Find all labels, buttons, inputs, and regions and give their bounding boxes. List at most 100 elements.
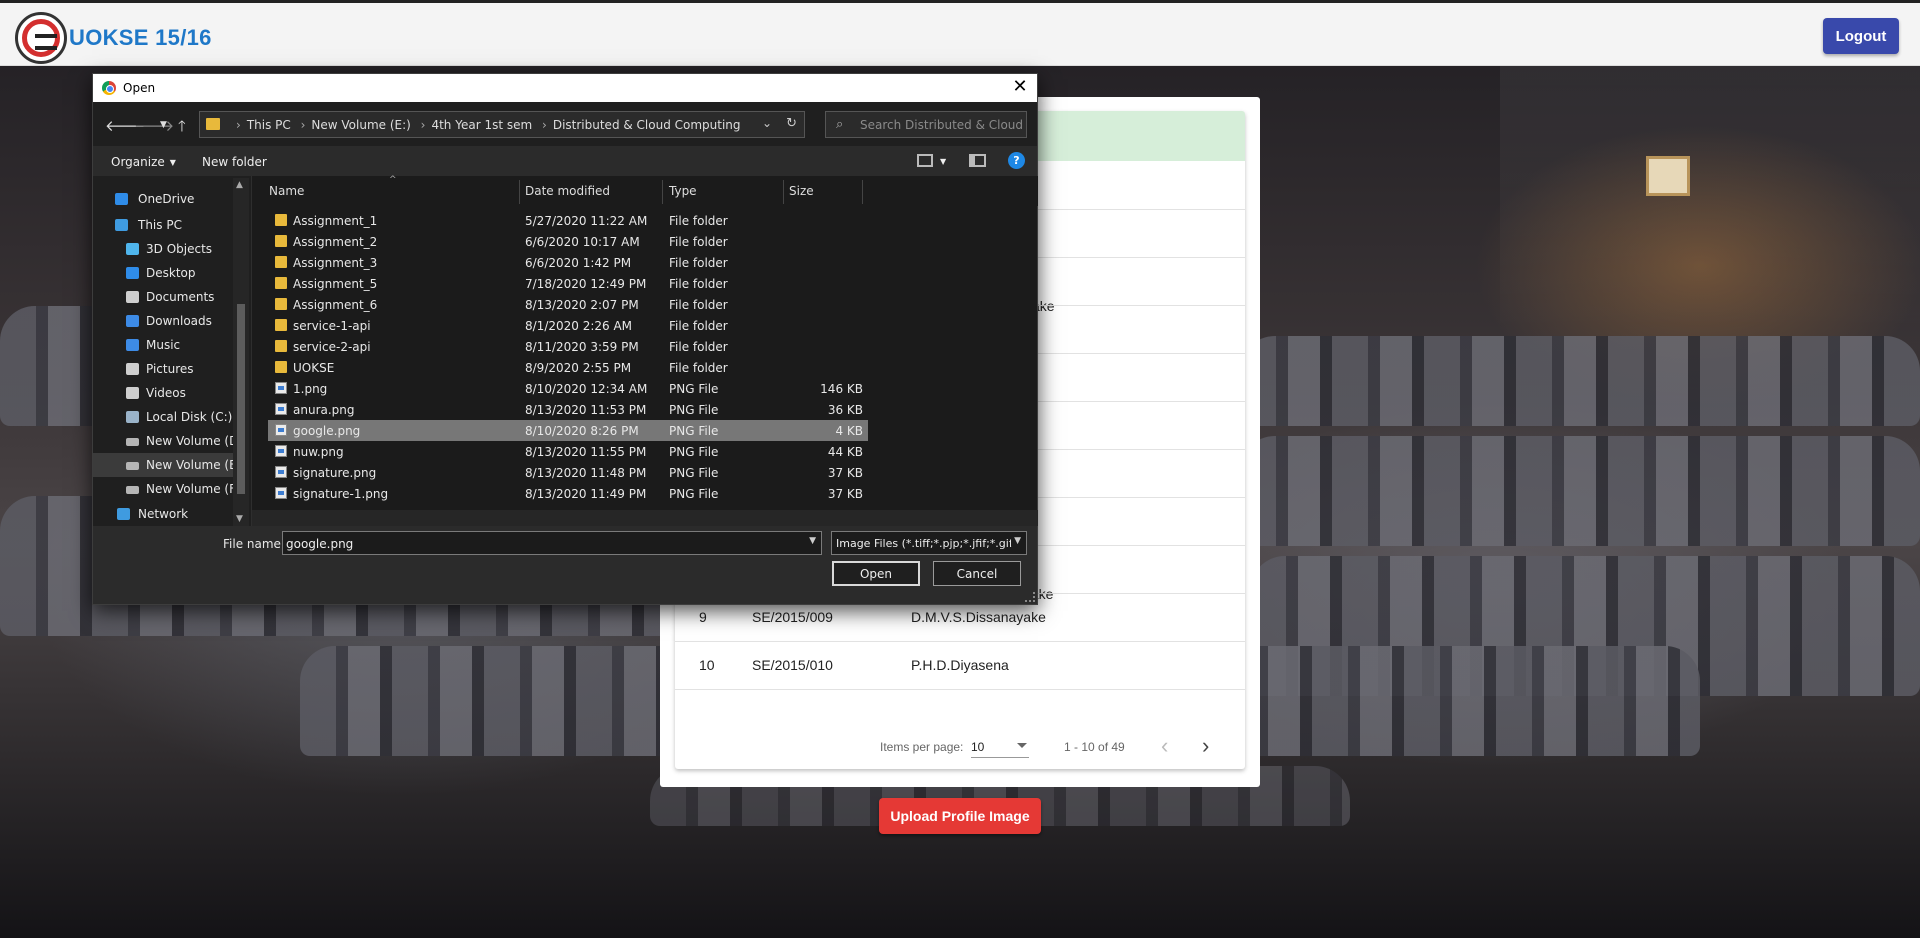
chevron-left-icon[interactable]: ‹: [1161, 733, 1168, 759]
sidebar-item-label: This PC: [138, 218, 182, 232]
breadcrumb-semester[interactable]: 4th Year 1st sem: [431, 118, 532, 132]
up-arrow-icon[interactable]: 🡑: [178, 116, 186, 141]
resize-grip-icon[interactable]: [1025, 592, 1035, 602]
cancel-button[interactable]: Cancel: [933, 561, 1021, 586]
app-title: UOKSE 15/16: [69, 25, 212, 50]
search-placeholder: Search Distributed & Cloud ...: [860, 118, 1022, 132]
file-row[interactable]: Assignment_1 5/27/2020 11:22 AM File folde…: [268, 210, 868, 231]
file-row[interactable]: Assignment_6 8/13/2020 2:07 PM File folder: [268, 294, 868, 315]
file-name-input[interactable]: google.png ▼: [282, 531, 822, 555]
sidebar-item-volume-f[interactable]: New Volume (F:): [93, 477, 249, 501]
page-range-label: 1 - 10 of 49: [1064, 740, 1125, 754]
file-row[interactable]: service-2-api 8/11/2020 3:59 PM File folde…: [268, 336, 868, 357]
file-row[interactable]: anura.png 8/13/2020 11:53 PM PNG File 36 KB: [268, 399, 868, 420]
horizontal-scrollbar[interactable]: [252, 510, 1038, 526]
column-header-size[interactable]: Size: [789, 184, 814, 198]
file-row[interactable]: Assignment_5 7/18/2020 12:49 PM File folde…: [268, 273, 868, 294]
column-header-date[interactable]: Date modified: [525, 184, 610, 198]
recent-locations-icon[interactable]: ▼: [160, 120, 167, 130]
sidebar-item-label: Pictures: [146, 362, 194, 376]
file-type: File folder: [669, 340, 728, 354]
pictures-icon: [126, 363, 139, 375]
chevron-down-icon[interactable]: ⌄: [762, 116, 772, 130]
upload-profile-image-button[interactable]: Upload Profile Image: [879, 798, 1041, 834]
file-row[interactable]: 1.png 8/10/2020 12:34 AM PNG File 146 KB: [268, 378, 868, 399]
file-row-selected[interactable]: google.png 8/10/2020 8:26 PM PNG File 4 KB: [268, 420, 868, 441]
file-size: 37 KB: [827, 466, 863, 480]
file-row[interactable]: service-1-api 8/1/2020 2:26 AM File folder: [268, 315, 868, 336]
sidebar-item-downloads[interactable]: Downloads: [93, 309, 249, 333]
chrome-icon: [102, 81, 116, 95]
disk-icon: [126, 411, 139, 423]
file-type-select[interactable]: Image Files (*.tiff;*.pjp;*.jfif;*.gif ▼: [831, 531, 1027, 555]
file-size: 4 KB: [835, 424, 863, 438]
change-view-icon[interactable]: [917, 154, 933, 167]
page-size-select[interactable]: 10: [971, 736, 1029, 758]
forward-arrow-icon[interactable]: 🡒: [134, 116, 174, 135]
sidebar-item-volume-e[interactable]: New Volume (E:): [93, 453, 249, 477]
file-type: File folder: [669, 319, 728, 333]
search-box[interactable]: ⌕ Search Distributed & Cloud ...: [825, 111, 1027, 138]
image-file-icon: [275, 445, 287, 457]
file-row[interactable]: Assignment_3 6/6/2020 1:42 PM File folder: [268, 252, 868, 273]
sidebar-item-music[interactable]: Music: [93, 333, 249, 357]
sidebar-item-network[interactable]: Network: [93, 502, 249, 526]
new-folder-button[interactable]: New folder: [202, 155, 267, 169]
file-date: 8/10/2020 8:26 PM: [525, 424, 639, 438]
column-header-type[interactable]: Type: [669, 184, 697, 198]
chevron-down-icon[interactable]: ▼: [809, 536, 816, 546]
sidebar-item-documents[interactable]: Documents: [93, 285, 249, 309]
close-icon[interactable]: ✕: [1009, 76, 1031, 98]
sidebar-item-desktop[interactable]: Desktop: [93, 261, 249, 285]
file-type-value: Image Files (*.tiff;*.pjp;*.jfif;*.gif: [836, 537, 1013, 550]
row-name: D.M.V.S.Dissanayake: [911, 609, 1046, 625]
folder-icon: [275, 319, 287, 331]
file-name: UOKSE: [293, 361, 335, 375]
organize-menu[interactable]: Organize ▼: [111, 155, 176, 169]
sidebar-item-this-pc[interactable]: This PC: [93, 213, 249, 237]
sidebar-item-3d-objects[interactable]: 3D Objects: [93, 237, 249, 261]
file-row[interactable]: signature.png 8/13/2020 11:48 PM PNG File 3…: [268, 462, 868, 483]
file-row[interactable]: nuw.png 8/13/2020 11:55 PM PNG File 44 KB: [268, 441, 868, 462]
file-name: Assignment_6: [293, 298, 378, 312]
sidebar-scrollbar[interactable]: ▲ ▼: [233, 178, 249, 526]
preview-pane-icon[interactable]: [969, 154, 986, 167]
caret-down-icon: [1017, 743, 1027, 748]
caret-down-icon[interactable]: ▼: [940, 157, 946, 166]
file-name: nuw.png: [293, 445, 344, 459]
app-header: UOKSE 15/16 Logout: [0, 0, 1920, 66]
open-button[interactable]: Open: [832, 561, 920, 586]
help-icon[interactable]: ?: [1008, 152, 1025, 169]
image-file-icon: [275, 487, 287, 499]
scroll-down-icon[interactable]: ▼: [236, 514, 243, 524]
breadcrumb-current-folder[interactable]: Distributed & Cloud Computing: [553, 118, 741, 132]
address-bar[interactable]: › This PC › New Volume (E:) › 4th Year 1st …: [199, 111, 805, 138]
sidebar-item-pictures[interactable]: Pictures: [93, 357, 249, 381]
folder-icon: [275, 214, 287, 226]
breadcrumb-this-pc[interactable]: This PC: [247, 118, 291, 132]
dialog-titlebar[interactable]: Open ✕: [93, 74, 1037, 102]
file-row[interactable]: signature-1.png 8/13/2020 11:49 PM PNG Fil…: [268, 483, 868, 504]
chevron-right-icon[interactable]: ›: [1202, 733, 1209, 759]
column-header-name[interactable]: Name: [269, 184, 304, 198]
sort-ascending-icon: ^: [389, 175, 397, 185]
refresh-icon[interactable]: ↻: [786, 116, 797, 131]
sidebar-item-local-disk-c[interactable]: Local Disk (C:): [93, 405, 249, 429]
scrollbar-thumb[interactable]: [237, 304, 245, 494]
file-row[interactable]: UOKSE 8/9/2020 2:55 PM File folder: [268, 357, 868, 378]
file-type: PNG File: [669, 403, 719, 417]
file-name: Assignment_3: [293, 256, 378, 270]
breadcrumb-volume-e[interactable]: New Volume (E:): [311, 118, 410, 132]
file-row[interactable]: Assignment_2 6/6/2020 10:17 AM File folder: [268, 231, 868, 252]
sidebar-item-volume-d[interactable]: New Volume (D:: [93, 429, 249, 453]
sidebar-item-label: New Volume (E:): [146, 458, 246, 472]
chevron-down-icon[interactable]: ▼: [1011, 536, 1021, 546]
wall-clock: [1646, 156, 1690, 196]
file-name: anura.png: [293, 403, 355, 417]
logout-button[interactable]: Logout: [1823, 18, 1899, 54]
table-row[interactable]: 10 SE/2015/010 P.H.D.Diyasena: [675, 642, 1245, 690]
folder-icon: [275, 340, 287, 352]
sidebar-item-videos[interactable]: Videos: [93, 381, 249, 405]
sidebar-item-onedrive[interactable]: OneDrive: [93, 187, 249, 211]
scroll-up-icon[interactable]: ▲: [236, 180, 243, 190]
